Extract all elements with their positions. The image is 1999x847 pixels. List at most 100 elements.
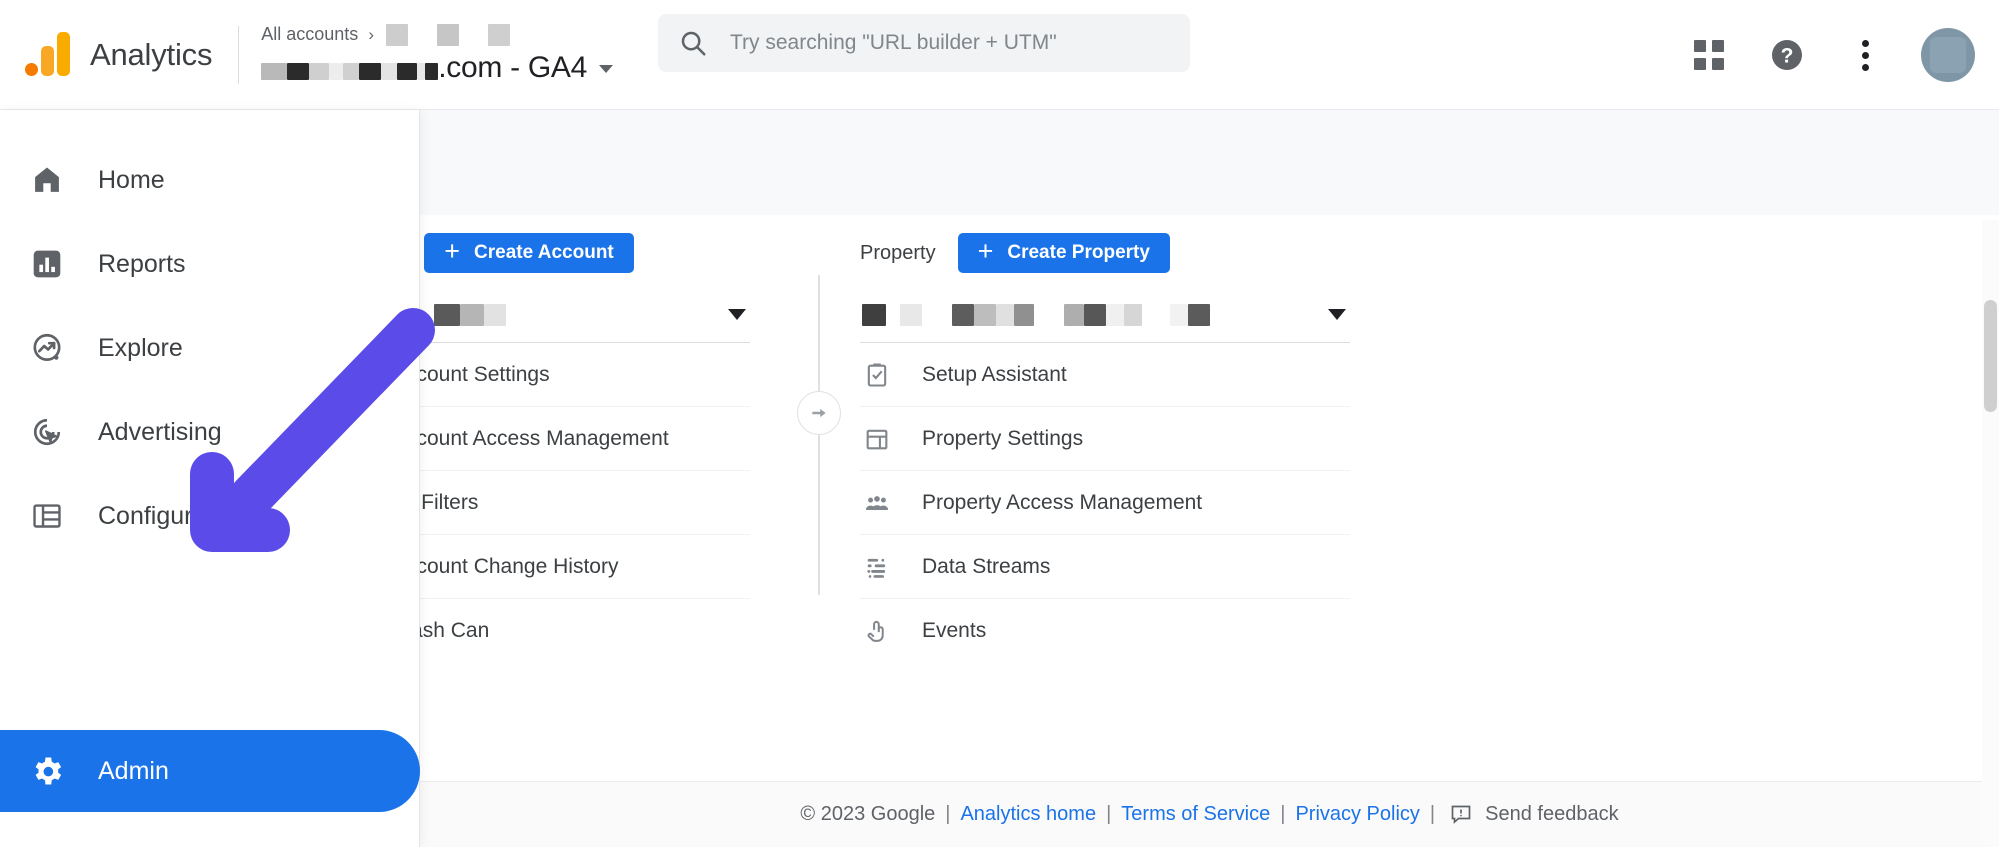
property-row-setup-assistant[interactable]: Setup Assistant xyxy=(860,343,1350,407)
property-column-label: Property xyxy=(860,241,936,264)
header-divider xyxy=(238,25,240,84)
redacted-block xyxy=(309,62,330,80)
more-options-button[interactable] xyxy=(1843,33,1887,77)
arrow-right-glyph xyxy=(812,408,826,418)
sidebar-item-label: Reports xyxy=(98,249,186,278)
content-top-band xyxy=(420,110,1999,215)
footer-separator: | xyxy=(945,802,951,825)
brand-area[interactable]: Analytics xyxy=(0,28,212,82)
product-name: Analytics xyxy=(90,36,213,72)
clipboard-check-icon xyxy=(860,358,894,392)
data-streams-icon xyxy=(860,550,894,584)
vertical-scrollbar[interactable] xyxy=(1982,220,1999,847)
layout-panel-icon xyxy=(860,422,894,456)
redacted-block xyxy=(1170,303,1188,326)
footer-link-analytics-home[interactable]: Analytics home xyxy=(960,803,1096,826)
redacted-block xyxy=(862,303,886,326)
property-row-label: Data Streams xyxy=(922,554,1051,578)
redacted-block xyxy=(460,303,484,326)
create-property-label: Create Property xyxy=(1007,242,1150,263)
send-feedback-button[interactable]: Send feedback xyxy=(1449,802,1619,826)
sidebar-item-advertising[interactable]: Advertising xyxy=(0,390,419,474)
redacted-block xyxy=(1106,303,1124,326)
redacted-block xyxy=(381,62,398,80)
create-account-button[interactable]: + Create Account xyxy=(424,233,634,273)
property-selector[interactable] xyxy=(860,287,1350,343)
apps-grid-button[interactable] xyxy=(1687,33,1731,77)
redacted-block xyxy=(425,62,439,80)
redacted-block xyxy=(1064,303,1084,326)
people-icon xyxy=(860,486,894,520)
property-row-label: Setup Assistant xyxy=(922,362,1067,386)
feedback-icon xyxy=(1451,805,1471,824)
redacted-block xyxy=(436,23,459,46)
redacted-block xyxy=(434,303,460,326)
property-row-label: Events xyxy=(922,619,987,642)
google-analytics-logo xyxy=(22,28,76,82)
apps-grid-icon xyxy=(1694,40,1724,70)
gear-icon xyxy=(26,750,68,792)
scrollbar-thumb[interactable] xyxy=(1984,300,1997,412)
redacted-block xyxy=(952,303,974,326)
chevron-right-icon: › xyxy=(368,24,374,44)
caret-down-icon[interactable] xyxy=(1328,309,1346,320)
redacted-block xyxy=(487,23,510,46)
account-row-label: Account Change History xyxy=(392,554,619,578)
property-row-settings[interactable]: Property Settings xyxy=(860,407,1350,471)
home-icon xyxy=(26,159,68,201)
property-row-data-streams[interactable]: Data Streams xyxy=(860,535,1350,599)
breadcrumb[interactable]: All accounts › xyxy=(261,22,613,48)
column-divider xyxy=(818,275,820,595)
search-input[interactable]: Try searching "URL builder + UTM" xyxy=(658,14,1190,72)
sidebar-item-label: Configure xyxy=(98,501,207,530)
sidebar-item-label: Explore xyxy=(98,333,183,362)
bar-chart-icon xyxy=(26,243,68,285)
redacted-block xyxy=(1188,303,1210,326)
arrow-right-circle-icon[interactable] xyxy=(797,391,841,435)
breadcrumb-all-accounts[interactable]: All accounts xyxy=(261,24,358,45)
help-button[interactable]: ? xyxy=(1765,33,1809,77)
svg-text:?: ? xyxy=(1781,45,1794,68)
footer-separator: | xyxy=(1280,802,1286,825)
footer-copyright: © 2023 Google xyxy=(800,802,936,825)
footer-link-privacy-policy[interactable]: Privacy Policy xyxy=(1295,803,1419,826)
footer-separator: | xyxy=(1429,802,1436,825)
sidebar-item-explore[interactable]: Explore xyxy=(0,306,419,390)
redacted-block xyxy=(996,303,1014,326)
redacted-block xyxy=(900,303,922,326)
property-row-access-management[interactable]: Property Access Management xyxy=(860,471,1350,535)
sidebar-item-home[interactable]: Home xyxy=(0,138,419,222)
tap-hand-icon xyxy=(860,614,894,648)
property-row-label: Property Access Management xyxy=(922,490,1203,514)
property-selector-value xyxy=(860,303,1210,326)
redacted-block xyxy=(417,62,426,80)
footer-link-terms-of-service[interactable]: Terms of Service xyxy=(1121,803,1270,826)
avatar[interactable] xyxy=(1921,28,1975,82)
create-property-button[interactable]: + Create Property xyxy=(957,233,1170,273)
property-title[interactable]: .com - GA4 xyxy=(261,48,613,88)
caret-down-icon[interactable] xyxy=(598,64,613,73)
redacted-block xyxy=(359,62,382,80)
property-row-events[interactable]: Events xyxy=(860,599,1350,663)
help-question-icon: ? xyxy=(1772,40,1802,70)
create-account-label: Create Account xyxy=(474,242,614,263)
search-icon xyxy=(681,31,706,56)
header-actions: ? xyxy=(1687,0,1975,110)
sidebar-item-admin[interactable]: Admin xyxy=(0,730,420,812)
sidebar-item-reports[interactable]: Reports xyxy=(0,222,419,306)
caret-down-icon[interactable] xyxy=(728,309,746,320)
account-property-picker[interactable]: All accounts › .com - GA4 xyxy=(261,22,613,88)
redacted-block xyxy=(1084,303,1106,326)
redacted-block xyxy=(974,303,996,326)
left-sidebar: Home Reports Explore Advertising Configu… xyxy=(0,110,420,847)
sidebar-item-configure[interactable]: Configure xyxy=(0,474,419,558)
explore-trending-icon xyxy=(26,327,68,369)
redacted-block xyxy=(287,62,310,80)
plus-icon: + xyxy=(444,236,461,266)
property-column-header: Property + Create Property xyxy=(860,215,1350,277)
redacted-block xyxy=(385,23,408,46)
plus-icon: + xyxy=(977,236,994,266)
redacted-block xyxy=(1124,303,1142,326)
sidebar-item-label: Admin xyxy=(98,756,169,785)
account-row-label: Account Access Management xyxy=(392,426,669,450)
